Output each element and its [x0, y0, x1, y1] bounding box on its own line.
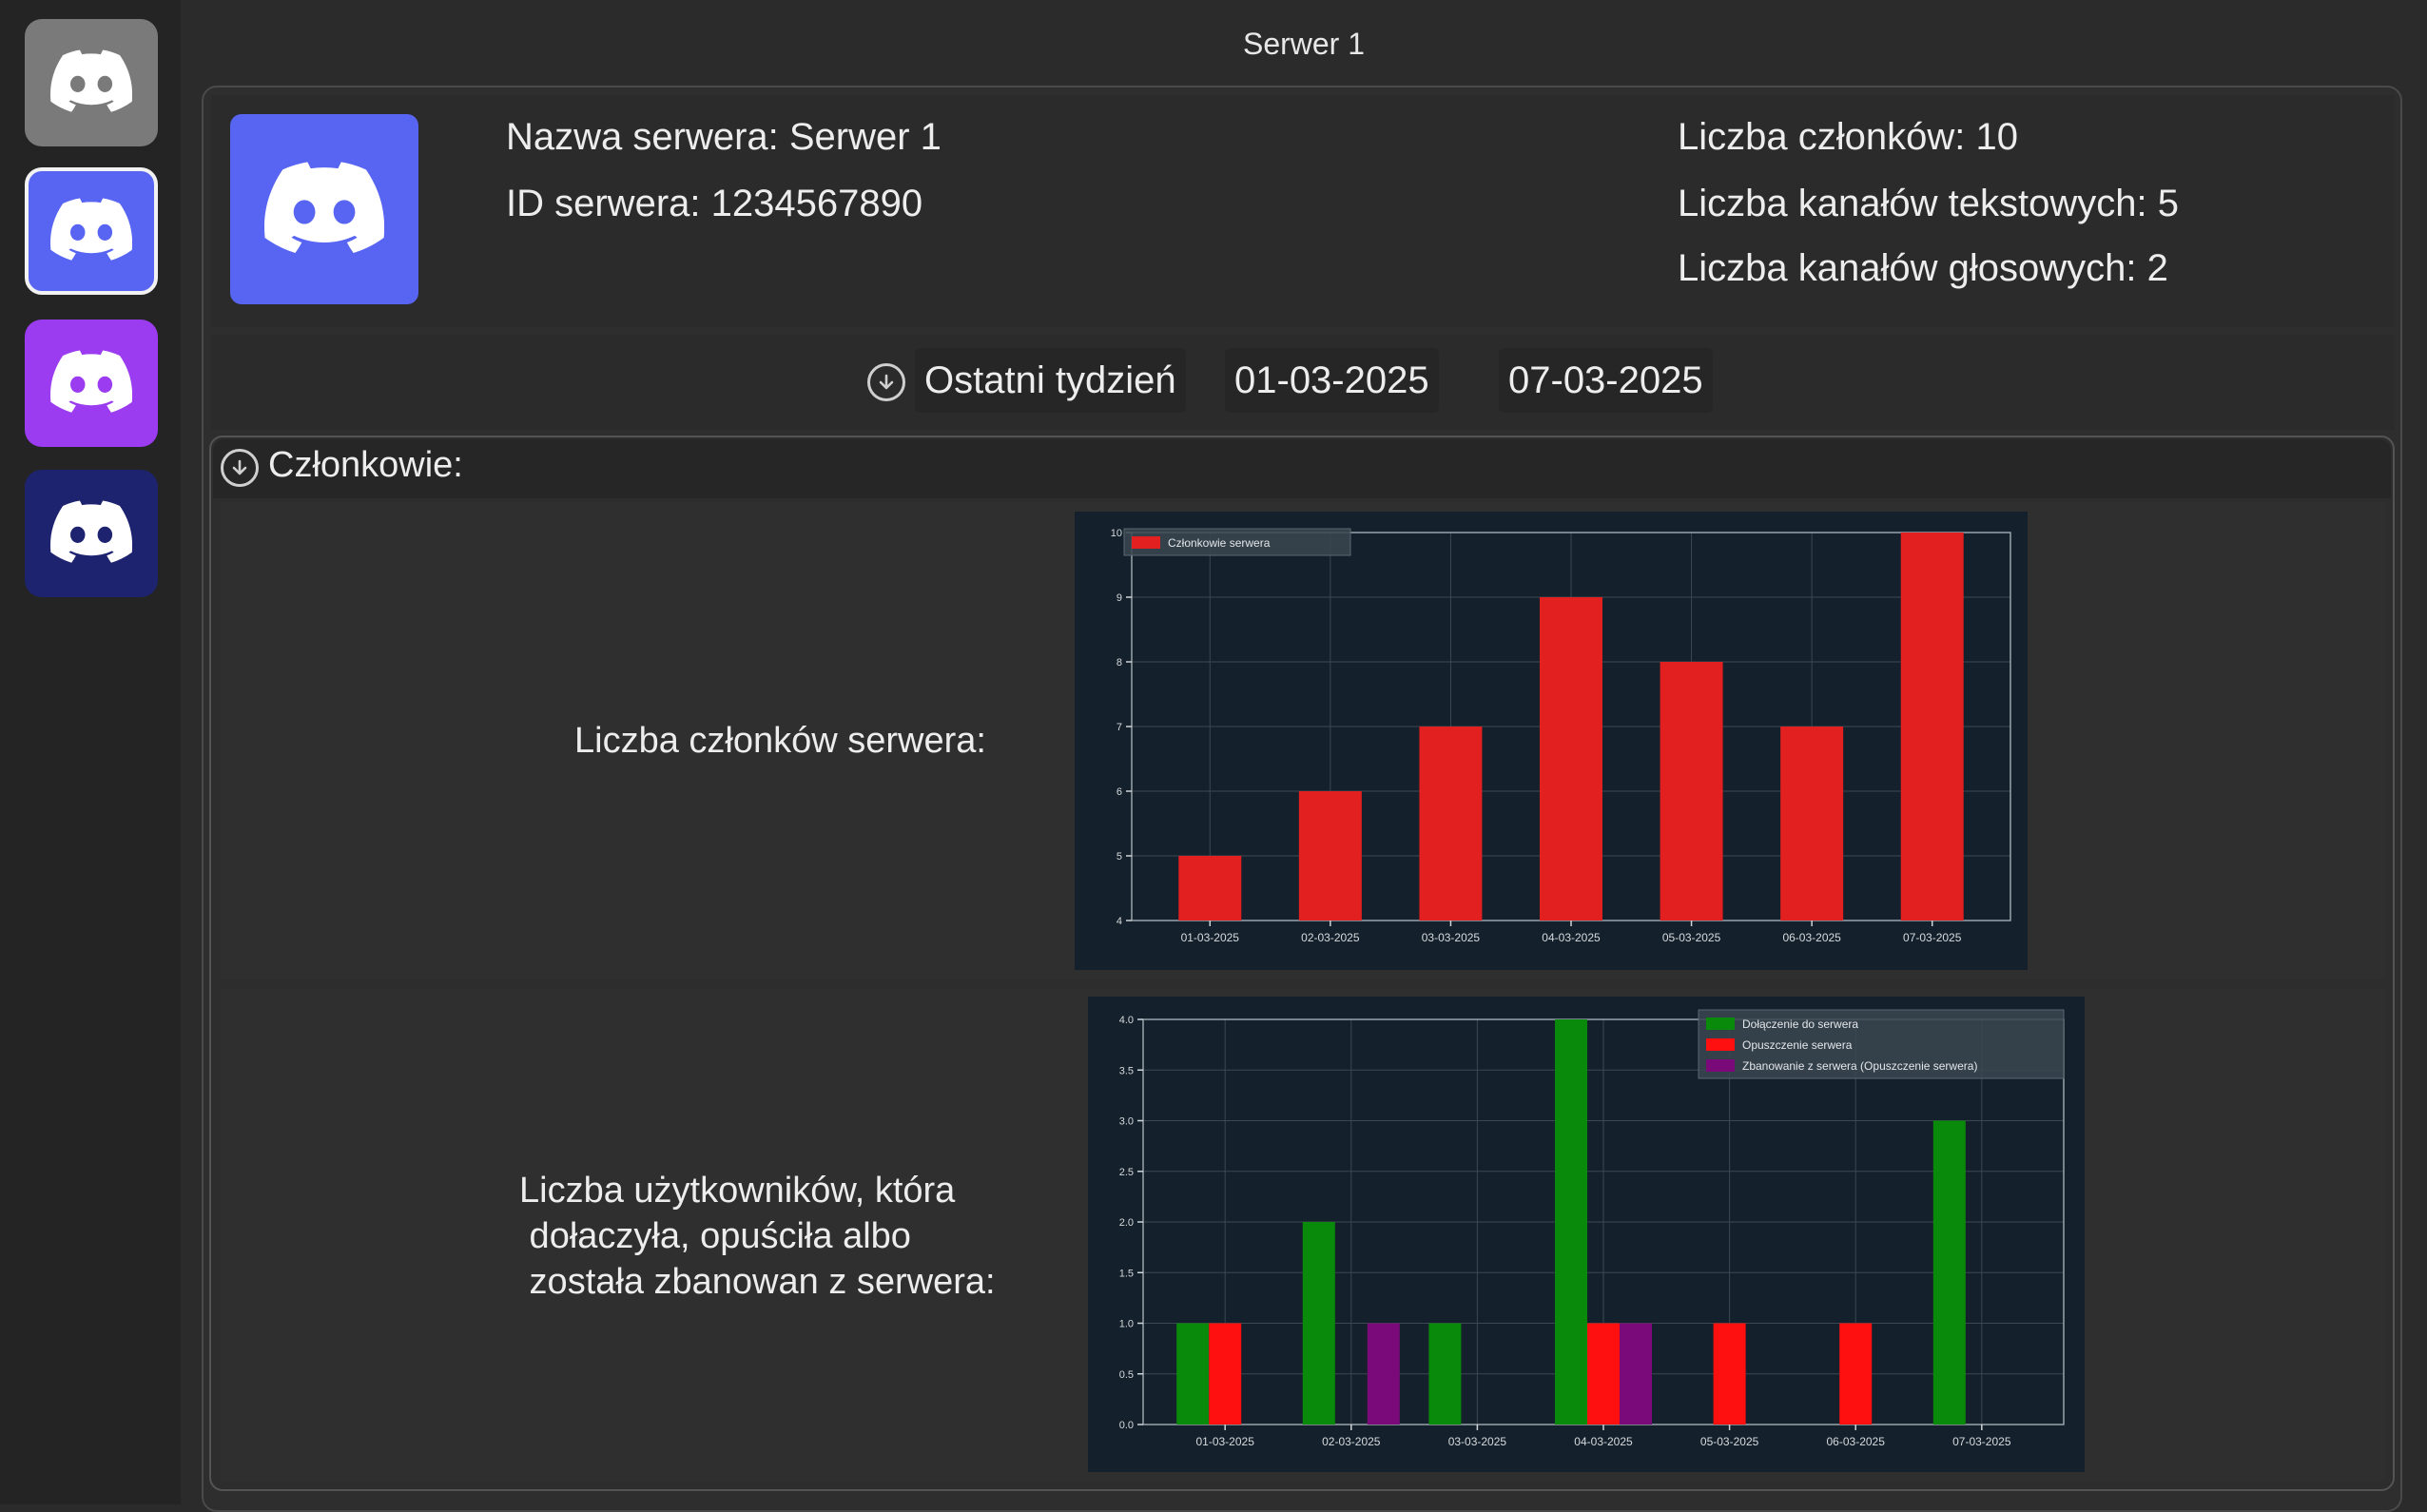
y-tick-label: 1.0 — [1119, 1319, 1134, 1330]
y-tick-label: 3.5 — [1119, 1065, 1134, 1076]
server-button-2[interactable] — [25, 167, 158, 295]
chart-bar — [1900, 533, 1964, 921]
start-date-field[interactable]: 01-03-2025 — [1225, 348, 1439, 413]
x-tick-label: 06-03-2025 — [1827, 1435, 1886, 1448]
y-tick-label: 2.5 — [1119, 1167, 1134, 1178]
y-tick-label: 7 — [1116, 722, 1122, 733]
x-tick-label: 01-03-2025 — [1181, 931, 1240, 944]
chart-bar — [1660, 662, 1723, 921]
server-id: ID serwera: 1234567890 — [506, 183, 923, 224]
text-channel-count: Liczba kanałów tekstowych: 5 — [1678, 183, 2179, 224]
discord-icon — [264, 161, 385, 258]
y-tick-label: 10 — [1111, 528, 1122, 539]
members-bar-chart: 4 5 6 7 8 9 10 01-03-2025 02-03-2025 03-03-2025 04… — [1075, 512, 2028, 970]
chart-bar — [1419, 727, 1483, 921]
y-tick-label: 4.0 — [1119, 1015, 1134, 1026]
window-title: Serwer 1 — [1242, 27, 1366, 61]
legend-label: Zbanowanie z serwera (Opuszczenie serwer… — [1742, 1059, 1977, 1073]
x-tick-label: 02-03-2025 — [1322, 1435, 1381, 1448]
y-tick-label: 4 — [1116, 916, 1122, 927]
members-section-header[interactable] — [213, 439, 2391, 498]
y-tick-label: 5 — [1116, 851, 1122, 863]
server-name: Nazwa serwera: Serwer 1 — [506, 116, 942, 158]
y-tick-label: 3.0 — [1119, 1116, 1134, 1128]
chart-bar — [1540, 597, 1602, 921]
join-leave-bar-chart: 0.0 0.5 1.0 1.5 2.0 2.5 3.0 3.5 4.0 01-03-2025 02-… — [1088, 997, 2085, 1472]
chart-bar — [1620, 1323, 1652, 1425]
chart-bar — [1428, 1323, 1462, 1425]
x-tick-label: 07-03-2025 — [1903, 931, 1962, 944]
server-sidebar — [0, 0, 181, 1504]
chart-bar — [1780, 727, 1844, 921]
y-tick-label: 8 — [1116, 657, 1122, 669]
chart-bar — [1932, 1120, 1966, 1425]
chart-bar — [1367, 1323, 1400, 1425]
date-preset-dropdown[interactable]: Ostatni tydzień — [915, 348, 1186, 413]
x-tick-label: 05-03-2025 — [1700, 1435, 1759, 1448]
chart-bar — [1178, 856, 1242, 921]
y-tick-label: 0.0 — [1119, 1420, 1134, 1431]
server-button-1[interactable] — [25, 19, 158, 146]
server-avatar — [230, 114, 418, 304]
y-tick-label: 1.5 — [1119, 1268, 1134, 1279]
chart-bar — [1555, 1019, 1587, 1425]
member-count: Liczba członków: 10 — [1678, 116, 2018, 158]
x-tick-label: 03-03-2025 — [1448, 1435, 1507, 1448]
discord-icon — [50, 48, 133, 117]
members-section-title: Członkowie: — [268, 445, 463, 485]
legend-swatch — [1706, 1038, 1735, 1051]
chart-bar — [1587, 1323, 1620, 1425]
y-tick-label: 6 — [1116, 786, 1122, 798]
chart-bar — [1713, 1323, 1746, 1425]
legend-label: Członkowie serwera — [1168, 536, 1271, 550]
x-tick-label: 04-03-2025 — [1542, 931, 1601, 944]
discord-icon — [50, 349, 133, 417]
chart-bar — [1302, 1222, 1335, 1425]
legend-label: Dołączenie do serwera — [1742, 1018, 1858, 1031]
end-date-field[interactable]: 07-03-2025 — [1499, 348, 1713, 413]
x-tick-label: 05-03-2025 — [1662, 931, 1721, 944]
y-tick-label: 0.5 — [1119, 1369, 1134, 1381]
chevron-down-circle-icon[interactable] — [221, 449, 259, 487]
server-button-3[interactable] — [25, 320, 158, 447]
x-tick-label: 04-03-2025 — [1574, 1435, 1633, 1448]
legend-label: Opuszczenie serwera — [1742, 1038, 1853, 1052]
y-tick-label: 9 — [1116, 592, 1122, 604]
join-leave-chart-label: Liczba użytkowników, która dołaczyła, op… — [519, 1171, 996, 1302]
chevron-down-circle-icon[interactable] — [867, 363, 905, 401]
legend-swatch — [1706, 1018, 1735, 1030]
x-tick-label: 03-03-2025 — [1422, 931, 1481, 944]
legend-swatch — [1132, 536, 1160, 549]
x-tick-label: 06-03-2025 — [1782, 931, 1841, 944]
legend-swatch — [1706, 1059, 1735, 1072]
x-tick-label: 02-03-2025 — [1301, 931, 1360, 944]
discord-icon — [50, 499, 133, 568]
server-button-4[interactable] — [25, 470, 158, 597]
x-tick-label: 01-03-2025 — [1195, 1435, 1254, 1448]
members-chart-label: Liczba członków serwera: — [574, 721, 986, 761]
voice-channel-count: Liczba kanałów głosowych: 2 — [1678, 247, 2168, 289]
y-tick-label: 2.0 — [1119, 1217, 1134, 1229]
x-tick-label: 07-03-2025 — [1952, 1435, 2011, 1448]
discord-icon — [50, 197, 133, 265]
chart-bar — [1839, 1323, 1873, 1425]
chart-bar — [1209, 1323, 1242, 1425]
chart-bar — [1298, 791, 1362, 921]
chart-bar — [1176, 1323, 1210, 1425]
